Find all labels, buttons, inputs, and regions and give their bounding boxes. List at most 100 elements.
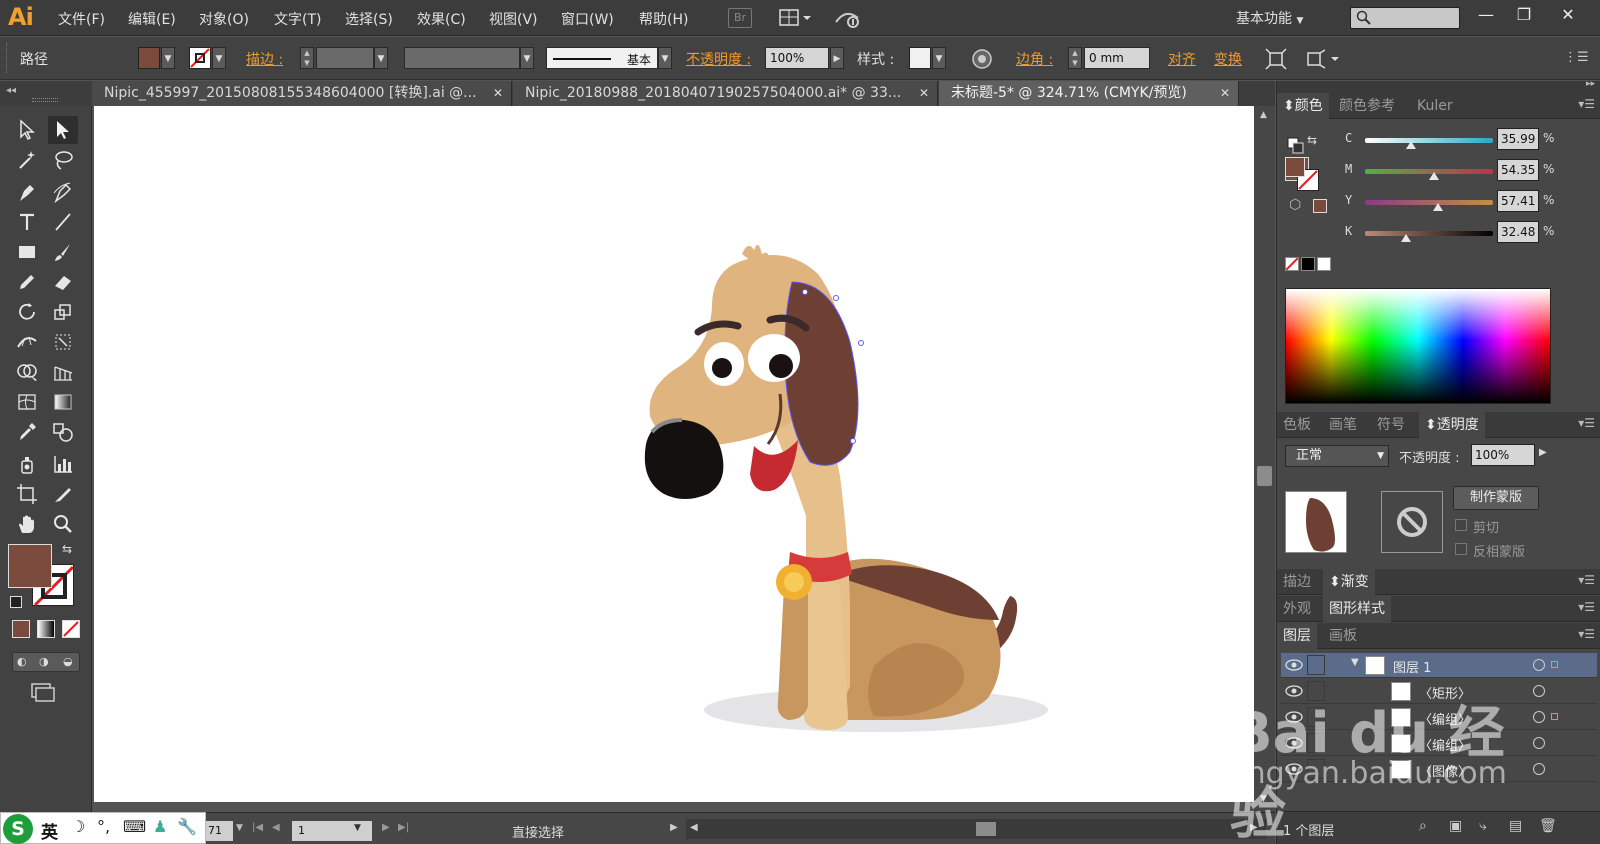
eye-icon[interactable]	[1285, 762, 1303, 776]
vertical-scroll-thumb[interactable]	[1257, 466, 1272, 486]
gradient-mode-button[interactable]	[37, 620, 55, 638]
swap-colors-icon[interactable]: ⇆	[62, 542, 72, 556]
artboard-tool[interactable]	[12, 480, 42, 508]
magic-wand-tool[interactable]	[12, 146, 42, 174]
screen-mode-button[interactable]	[30, 682, 56, 702]
eye-icon[interactable]	[1285, 684, 1303, 698]
horizontal-scroll-thumb[interactable]	[976, 822, 996, 836]
control-bar-grip[interactable]	[6, 43, 9, 73]
object-thumbnail[interactable]	[1285, 491, 1347, 553]
first-artboard-icon[interactable]: |◀	[252, 822, 263, 833]
menu-edit[interactable]: 编辑(E)	[128, 9, 176, 29]
pencil-tool[interactable]	[12, 268, 42, 296]
expand-panels-icon[interactable]: ▸▸	[1586, 79, 1595, 89]
artboard-dropdown-icon[interactable]: ▼	[354, 823, 361, 833]
slider-value-field[interactable]: 57.41	[1497, 190, 1539, 212]
zoom-level-field[interactable]: 71	[205, 821, 233, 841]
previous-artboard-icon[interactable]: ◀	[272, 822, 280, 833]
tab-layers[interactable]: 图层	[1277, 623, 1317, 649]
scroll-down-icon[interactable]: ▼	[1260, 794, 1267, 804]
opacity-label[interactable]: 不透明度 :	[686, 49, 751, 69]
layer-row[interactable]: 〈图像〉	[1281, 757, 1597, 782]
zoom-tool[interactable]	[48, 510, 78, 538]
clip-checkbox[interactable]	[1455, 519, 1467, 531]
anchor-point[interactable]	[833, 295, 839, 301]
gradient-tool[interactable]	[48, 388, 78, 416]
help-search[interactable]	[1350, 7, 1460, 29]
lock-toggle[interactable]	[1307, 681, 1325, 701]
eye-icon[interactable]	[1285, 710, 1303, 724]
panel-menu-icon[interactable]: ▾☰	[1578, 600, 1595, 614]
black-color-chip[interactable]	[1301, 257, 1315, 271]
layer-row[interactable]: 〈编组〉	[1281, 731, 1597, 756]
collapse-icon[interactable]: ◂◂	[6, 85, 16, 96]
tab-gradient[interactable]: ⬍渐变	[1323, 569, 1375, 595]
type-tool[interactable]	[12, 208, 42, 236]
slider-knob[interactable]	[1400, 234, 1411, 242]
fill-color-box-front[interactable]	[8, 544, 52, 588]
tab-swatches[interactable]: 色板	[1277, 412, 1317, 438]
curvature-tool[interactable]	[48, 178, 78, 206]
moon-icon[interactable]: ☽	[71, 817, 85, 836]
menu-file[interactable]: 文件(F)	[58, 9, 105, 29]
chevron-right-icon[interactable]: ▶	[1539, 447, 1547, 458]
scale-tool[interactable]	[48, 298, 78, 326]
graphic-style-swatch[interactable]	[909, 47, 931, 69]
anchor-point[interactable]	[858, 340, 864, 346]
none-color-chip[interactable]	[1285, 257, 1299, 271]
mask-thumbnail[interactable]	[1381, 491, 1443, 553]
menu-type[interactable]: 文字(T)	[274, 9, 321, 29]
transparency-opacity-field[interactable]: 100%	[1471, 444, 1535, 466]
slider-value-field[interactable]: 35.99	[1497, 128, 1539, 150]
help-search-input[interactable]	[1375, 8, 1455, 28]
lock-toggle[interactable]	[1307, 655, 1325, 675]
fill-dropdown[interactable]: ▼	[161, 47, 175, 69]
fill-swatch[interactable]	[138, 47, 160, 69]
last-artboard-icon[interactable]: ▶|	[398, 822, 409, 833]
expand-triangle-icon[interactable]: ▼	[1351, 657, 1359, 668]
scroll-up-icon[interactable]: ▲	[1260, 110, 1267, 120]
column-graph-tool[interactable]	[48, 450, 78, 478]
keyboard-icon[interactable]: ⌨	[123, 817, 146, 836]
status-menu-icon[interactable]: ▶	[670, 822, 678, 833]
slider-knob[interactable]	[1406, 141, 1417, 149]
ime-language-mode[interactable]: 英	[41, 818, 58, 843]
opacity-field[interactable]: 100%	[765, 47, 829, 69]
tab-color[interactable]: ⬍颜色	[1277, 93, 1329, 119]
new-sublayer-icon[interactable]: ⤷	[1479, 818, 1487, 834]
panel-menu-icon[interactable]: ▾☰	[1578, 627, 1595, 641]
variable-width-profile[interactable]	[404, 47, 520, 69]
lock-toggle[interactable]	[1307, 707, 1325, 727]
punctuation-icon[interactable]: °,	[97, 817, 110, 836]
lock-toggle[interactable]	[1307, 759, 1325, 779]
perspective-grid-tool[interactable]	[48, 358, 78, 386]
slider-value-field[interactable]: 54.35	[1497, 159, 1539, 181]
menu-help[interactable]: 帮助(H)	[639, 9, 688, 29]
slider-value-field[interactable]: 32.48	[1497, 221, 1539, 243]
document-tab-1[interactable]: Nipic_455997_20150808155348604000 [转换].a…	[92, 81, 512, 106]
white-color-chip[interactable]	[1317, 257, 1331, 271]
hand-tool[interactable]	[12, 510, 42, 538]
align-button[interactable]: 对齐	[1168, 49, 1196, 69]
stroke-weight-stepper[interactable]: ▲ ▼	[300, 47, 314, 69]
tab-kuler[interactable]: Kuler	[1411, 93, 1459, 119]
anchor-point[interactable]	[850, 438, 856, 444]
recolor-artwork-button[interactable]	[971, 48, 993, 74]
menu-select[interactable]: 选择(S)	[345, 9, 393, 29]
selection-tool[interactable]	[12, 116, 42, 144]
menu-object[interactable]: 对象(O)	[199, 9, 249, 29]
draw-normal-icon[interactable]: ◐	[17, 655, 27, 668]
transform-options-button[interactable]	[1305, 48, 1341, 74]
tab-transparency[interactable]: ⬍透明度	[1419, 412, 1485, 438]
tab-artboards[interactable]: 画板	[1323, 623, 1363, 649]
workspace-switcher[interactable]: 基本功能 ▼	[1236, 8, 1303, 28]
anchor-point[interactable]	[802, 289, 808, 295]
slider-track[interactable]	[1365, 231, 1493, 236]
new-layer-icon[interactable]: ▤	[1509, 818, 1522, 834]
layer-row[interactable]: 〈矩形〉	[1281, 679, 1597, 704]
stroke-label[interactable]: 描边 :	[246, 49, 283, 69]
target-circle-icon[interactable]	[1533, 737, 1545, 749]
panel-menu-icon[interactable]: ▾☰	[1578, 573, 1595, 587]
corner-stepper[interactable]: ▲ ▼	[1068, 47, 1082, 69]
minimize-button[interactable]: —	[1468, 4, 1504, 26]
